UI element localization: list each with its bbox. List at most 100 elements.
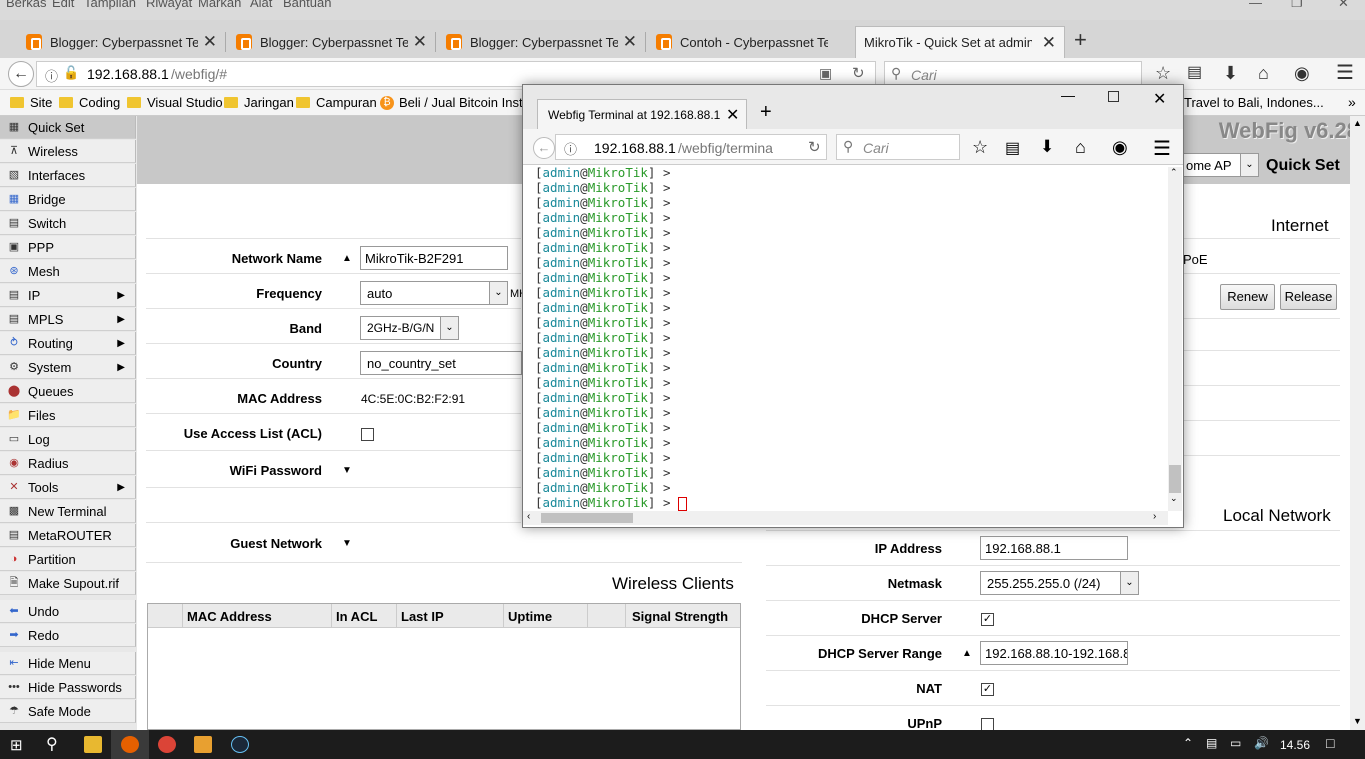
reader-icon[interactable]: ▣ <box>819 65 832 82</box>
safe-mode-button[interactable]: ☂ Safe Mode <box>0 700 136 723</box>
ip-address-input[interactable]: 192.168.88.1 <box>980 536 1128 560</box>
country-select[interactable]: no_country_set <box>360 351 522 375</box>
nat-checkbox[interactable]: ✓ <box>981 683 994 696</box>
back-icon[interactable]: ← <box>8 61 34 87</box>
hamburger-menu-icon[interactable]: ☰ <box>1153 136 1171 161</box>
renew-button[interactable]: Renew <box>1220 284 1275 310</box>
menu-tampilan[interactable]: Tampilan <box>84 0 136 10</box>
bookmark-folder[interactable]: Jaringan <box>224 95 294 110</box>
network-icon[interactable]: ▤ <box>1206 736 1217 750</box>
pocket-icon[interactable]: ◉ <box>1294 63 1310 83</box>
new-tab-icon[interactable]: + <box>1074 27 1087 53</box>
scroll-up-icon[interactable]: ⌃ <box>1170 167 1178 178</box>
sidebar-item-system[interactable]: ⚙ System ▶ <box>0 356 136 379</box>
info-icon[interactable]: ⓘ <box>45 66 58 85</box>
sidebar-item-routing[interactable]: ⥁ Routing ▶ <box>0 332 136 355</box>
close-window-icon[interactable]: ✕ <box>1338 0 1349 11</box>
expand-down-icon[interactable]: ▼ <box>342 538 352 549</box>
dhcp-server-checkbox[interactable]: ✓ <box>981 613 994 626</box>
scroll-down-icon[interactable]: ⌄ <box>1170 493 1178 504</box>
close-tab-icon[interactable]: ✕ <box>1042 33 1056 53</box>
browser-tab-active[interactable]: MikroTik - Quick Set at admin@ ✕ <box>855 26 1065 58</box>
menu-edit[interactable]: Edit <box>52 0 74 10</box>
sidebar-item-bridge[interactable]: ▦ Bridge <box>0 188 136 211</box>
sidebar-item-ip[interactable]: ▤ IP ▶ <box>0 284 136 307</box>
collapse-up-icon[interactable]: ▲ <box>962 648 972 659</box>
close-window-icon[interactable]: ✕ <box>1153 89 1166 109</box>
sublime-icon[interactable] <box>194 736 212 753</box>
dhcp-range-input[interactable]: 192.168.88.10-192.168.8 <box>980 641 1128 665</box>
close-tab-icon[interactable]: ✕ <box>203 32 217 52</box>
expand-down-icon[interactable]: ▼ <box>342 465 352 476</box>
tray-chevron-icon[interactable]: ⌃ <box>1183 736 1193 750</box>
col-signal[interactable]: Signal Strength <box>632 609 728 624</box>
battery-icon[interactable]: ▭ <box>1230 736 1241 750</box>
file-explorer-icon[interactable] <box>84 736 102 753</box>
menu-alat[interactable]: Alat <box>250 0 272 10</box>
hamburger-menu-icon[interactable]: ☰ <box>1336 63 1354 83</box>
browser-tab[interactable]: Blogger: Cyberpassnet Tech ✕ <box>20 26 225 58</box>
sidebar-item-radius[interactable]: ◉ Radius <box>0 452 136 475</box>
menu-markah[interactable]: Markah <box>198 0 241 10</box>
firefox-icon[interactable] <box>121 736 139 753</box>
new-tab-icon[interactable]: + <box>760 101 772 124</box>
bookmark-folder[interactable]: Visual Studio <box>127 95 223 110</box>
library-icon[interactable]: ▤ <box>1005 138 1020 158</box>
scroll-left-icon[interactable]: ‹ <box>527 511 530 522</box>
mode-select[interactable]: ome AP ⌄ <box>1183 153 1259 177</box>
sidebar-item-make-supout[interactable]: 🗎 Make Supout.rif <box>0 572 136 595</box>
sidebar-item-interfaces[interactable]: ▧ Interfaces <box>0 164 136 187</box>
library-icon[interactable]: ▤ <box>1187 63 1202 83</box>
close-tab-icon[interactable]: ✕ <box>726 105 739 125</box>
back-icon[interactable]: ← <box>533 137 555 159</box>
col-last-ip[interactable]: Last IP <box>401 609 444 624</box>
minimize-icon[interactable]: — <box>1061 87 1075 103</box>
terminal-url-bar[interactable]: ⓘ 192.168.88.1 /webfig/termina ↻ <box>555 134 827 160</box>
col-uptime[interactable]: Uptime <box>508 609 552 624</box>
sidebar-item-tools[interactable]: ✕ Tools ▶ <box>0 476 136 499</box>
clock[interactable]: 14.56 <box>1280 738 1310 752</box>
browser-tab[interactable]: Blogger: Cyberpassnet Tech ✕ <box>440 26 645 58</box>
bookmark-link[interactable]: ₿ Beli / Jual Bitcoin Insta... <box>380 95 541 110</box>
sidebar-item-new-terminal[interactable]: ▩ New Terminal <box>0 500 136 523</box>
col-in-acl[interactable]: In ACL <box>336 609 377 624</box>
info-icon[interactable]: ⓘ <box>564 139 577 158</box>
close-tab-icon[interactable]: ✕ <box>623 32 637 52</box>
hide-passwords-button[interactable]: ••• Hide Passwords <box>0 676 136 699</box>
reload-icon[interactable]: ↻ <box>808 138 821 156</box>
reload-icon[interactable]: ↻ <box>852 64 865 82</box>
sidebar-item-metarouter[interactable]: ▤ MetaROUTER <box>0 524 136 547</box>
scroll-up-icon[interactable]: ▲ <box>1353 118 1362 128</box>
sidebar-item-partition[interactable]: ◑ Partition <box>0 548 136 571</box>
menu-riwayat[interactable]: Riwayat <box>146 0 192 10</box>
terminal-vscrollbar[interactable]: ⌃ ⌄ <box>1168 167 1182 511</box>
windows-start-icon[interactable]: ⊞ <box>10 736 23 754</box>
page-scrollbar[interactable]: ▲ ▼ <box>1350 116 1365 730</box>
acl-checkbox[interactable] <box>361 428 374 441</box>
undo-button[interactable]: ⬅ Undo <box>0 600 136 623</box>
frequency-select[interactable]: auto ⌄ <box>360 281 508 305</box>
star-icon[interactable]: ☆ <box>972 137 988 158</box>
restore-icon[interactable]: ❐ <box>1291 0 1303 11</box>
star-icon[interactable]: ☆ <box>1155 63 1171 83</box>
download-icon[interactable]: ⬇ <box>1223 63 1238 83</box>
netmask-select[interactable]: 255.255.255.0 (/24) ⌄ <box>980 571 1139 595</box>
home-icon[interactable]: ⌂ <box>1075 137 1086 158</box>
chrome-icon[interactable] <box>158 736 176 753</box>
bookmark-link[interactable]: Travel to Bali, Indones... <box>1184 95 1324 110</box>
notifications-icon[interactable]: □ <box>1326 735 1334 751</box>
release-button[interactable]: Release <box>1280 284 1337 310</box>
sidebar-item-files[interactable]: 📁 Files <box>0 404 136 427</box>
col-mac[interactable]: MAC Address <box>187 609 272 624</box>
scroll-right-icon[interactable]: › <box>1153 511 1156 522</box>
band-select[interactable]: 2GHz-B/G/N ⌄ <box>360 316 459 340</box>
sidebar-item-switch[interactable]: ▤ Switch <box>0 212 136 235</box>
minimize-icon[interactable]: — <box>1249 0 1262 10</box>
sidebar-item-log[interactable]: ▭ Log <box>0 428 136 451</box>
download-icon[interactable]: ⬇ <box>1040 137 1054 157</box>
close-tab-icon[interactable]: ✕ <box>413 32 427 52</box>
steam-icon[interactable] <box>231 736 249 753</box>
pocket-icon[interactable]: ◉ <box>1112 137 1128 158</box>
maximize-icon[interactable] <box>1108 91 1119 102</box>
home-icon[interactable]: ⌂ <box>1258 63 1269 83</box>
